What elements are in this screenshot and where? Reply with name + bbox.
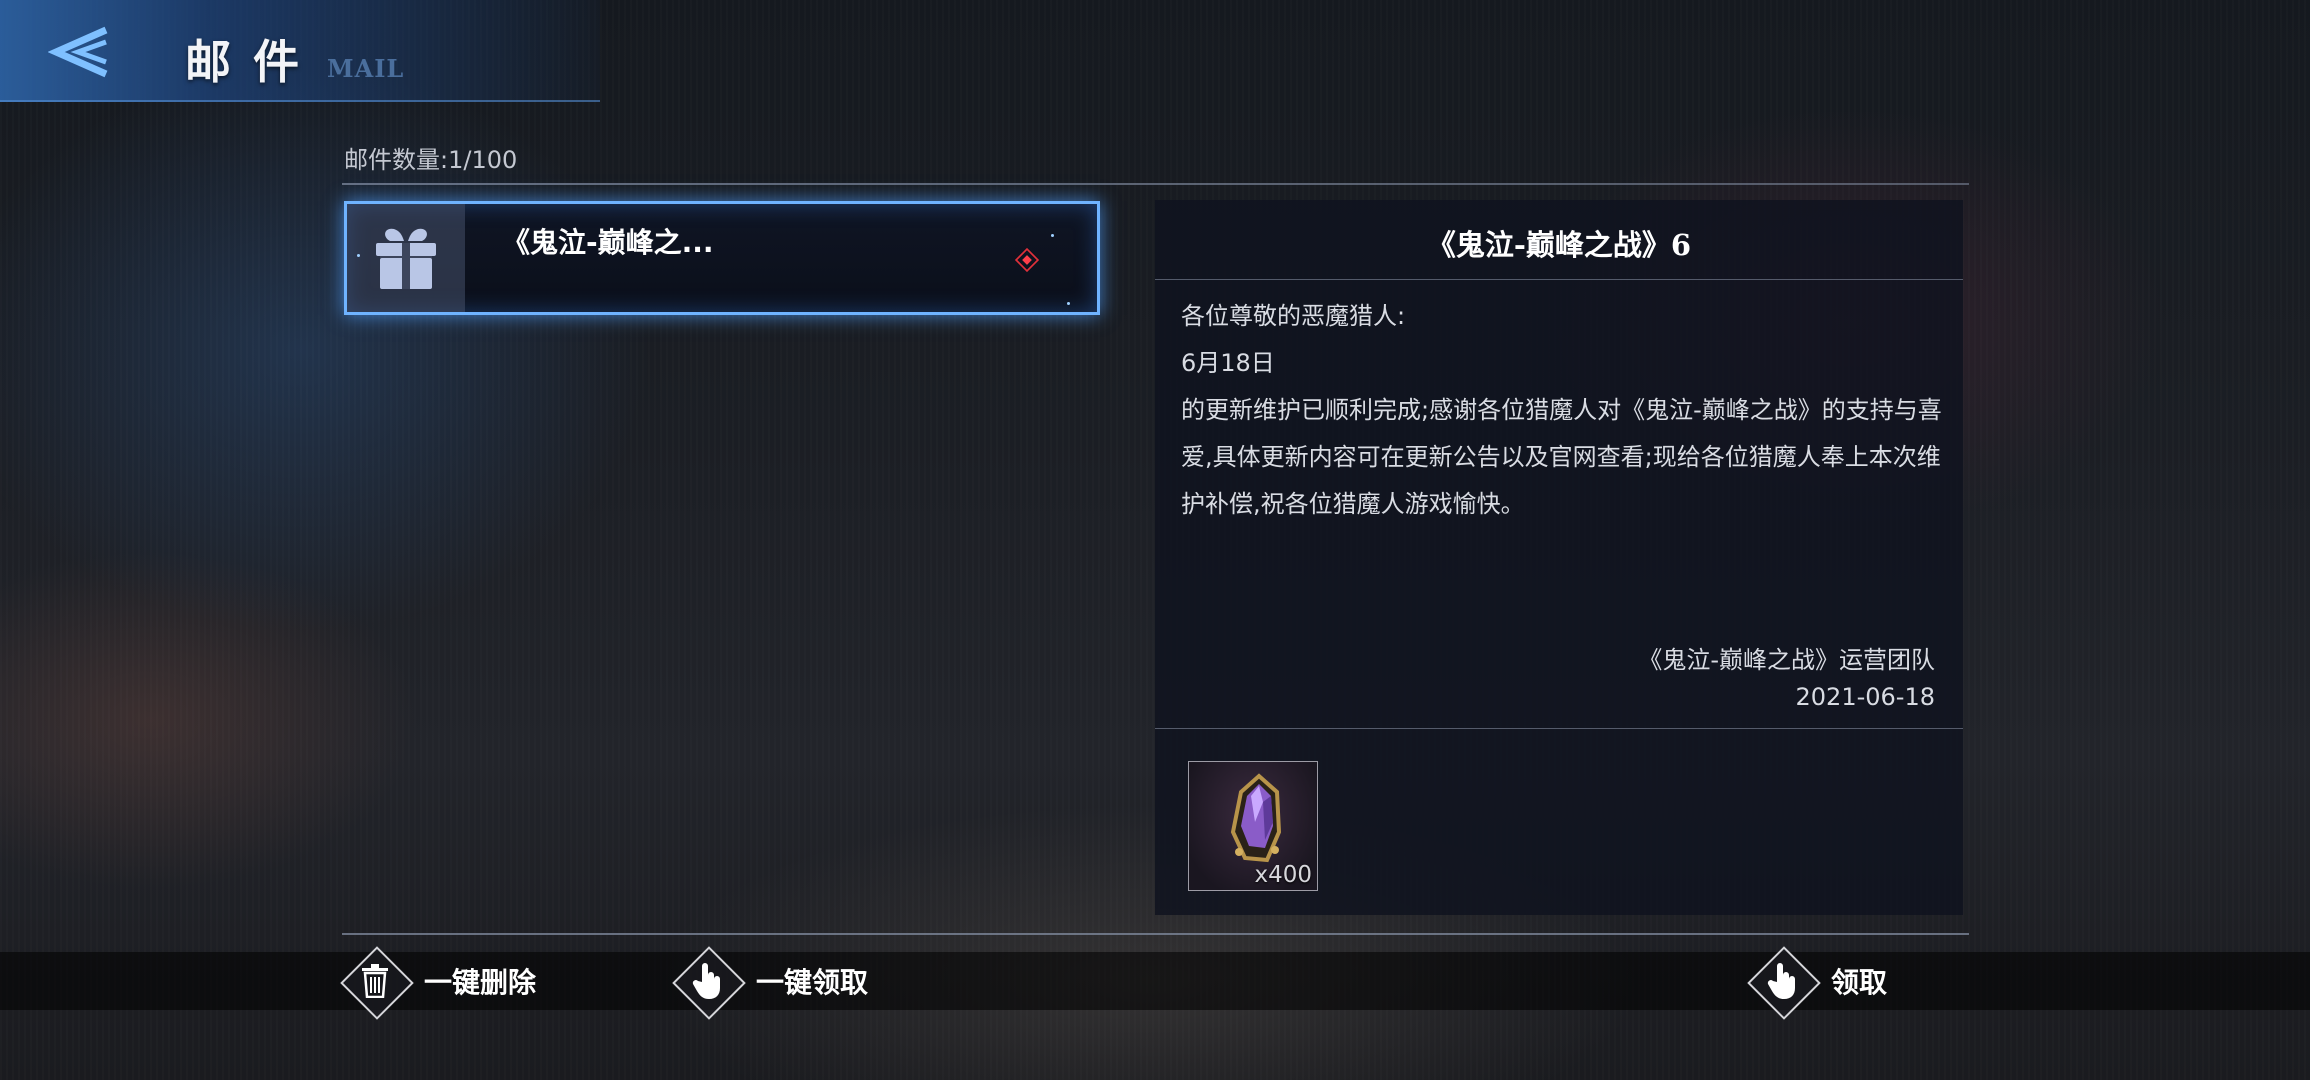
claim-all-icon-frame	[670, 944, 744, 1018]
claim-all-label: 一键领取	[756, 966, 869, 999]
sparkle	[357, 254, 360, 257]
mail-date: 2021-06-18	[1795, 683, 1935, 711]
divider	[1155, 728, 1963, 729]
hand-pointer-icon	[1767, 963, 1795, 999]
divider	[342, 183, 1969, 185]
page-subtitle: MAIL	[327, 54, 405, 83]
reward-item[interactable]: x400	[1188, 761, 1318, 891]
mail-signature-block: 《鬼泣-巅峰之战》运营团队 2021-06-18	[1638, 642, 1935, 716]
mail-detail-body: 各位尊敬的恶魔猎人: 6月18日 的更新维护已顺利完成;感谢各位猎魔人对《鬼泣-…	[1181, 293, 1951, 528]
divider	[1155, 279, 1963, 280]
reward-quantity: x400	[1254, 862, 1312, 888]
claim-button[interactable]: 领取	[1745, 944, 1887, 1018]
mail-detail-title: 《鬼泣-巅峰之战》6	[1426, 228, 1692, 262]
claim-icon-frame	[1745, 944, 1819, 1018]
divider	[342, 933, 1969, 935]
mail-count: 邮件数量:1/100	[344, 146, 518, 174]
header-bar: 邮件 MAIL	[0, 0, 600, 102]
mail-date-line: 6月18日	[1181, 349, 1275, 377]
mail-detail-panel: 《鬼泣-巅峰之战》6 各位尊敬的恶魔猎人: 6月18日 的更新维护已顺利完成;感…	[1155, 200, 1963, 915]
claim-all-button[interactable]: 一键领取	[670, 944, 868, 1018]
back-button[interactable]	[40, 22, 120, 82]
sparkle	[1067, 302, 1070, 305]
hand-pointer-icon	[692, 963, 720, 999]
mail-icon-box	[347, 204, 465, 312]
gift-icon	[376, 228, 436, 289]
unread-indicator	[1015, 247, 1039, 273]
sparkle	[1051, 234, 1054, 237]
delete-all-button[interactable]: 一键删除	[338, 944, 536, 1018]
delete-all-label: 一键删除	[424, 966, 537, 999]
claim-label: 领取	[1831, 966, 1888, 999]
back-arrow-icon	[48, 26, 108, 78]
mail-greeting: 各位尊敬的恶魔猎人:	[1181, 302, 1406, 330]
trash-icon	[362, 964, 388, 998]
mail-list-item[interactable]: 《鬼泣-巅峰之...	[344, 201, 1100, 315]
page-title: 邮件	[185, 35, 321, 89]
mail-content: 的更新维护已顺利完成;感谢各位猎魔人对《鬼泣-巅峰之战》的支持与喜爱,具体更新内…	[1181, 396, 1942, 518]
mail-signature: 《鬼泣-巅峰之战》运营团队	[1638, 646, 1935, 674]
mail-item-title: 《鬼泣-巅峰之...	[502, 226, 714, 259]
delete-all-icon-frame	[338, 944, 412, 1018]
